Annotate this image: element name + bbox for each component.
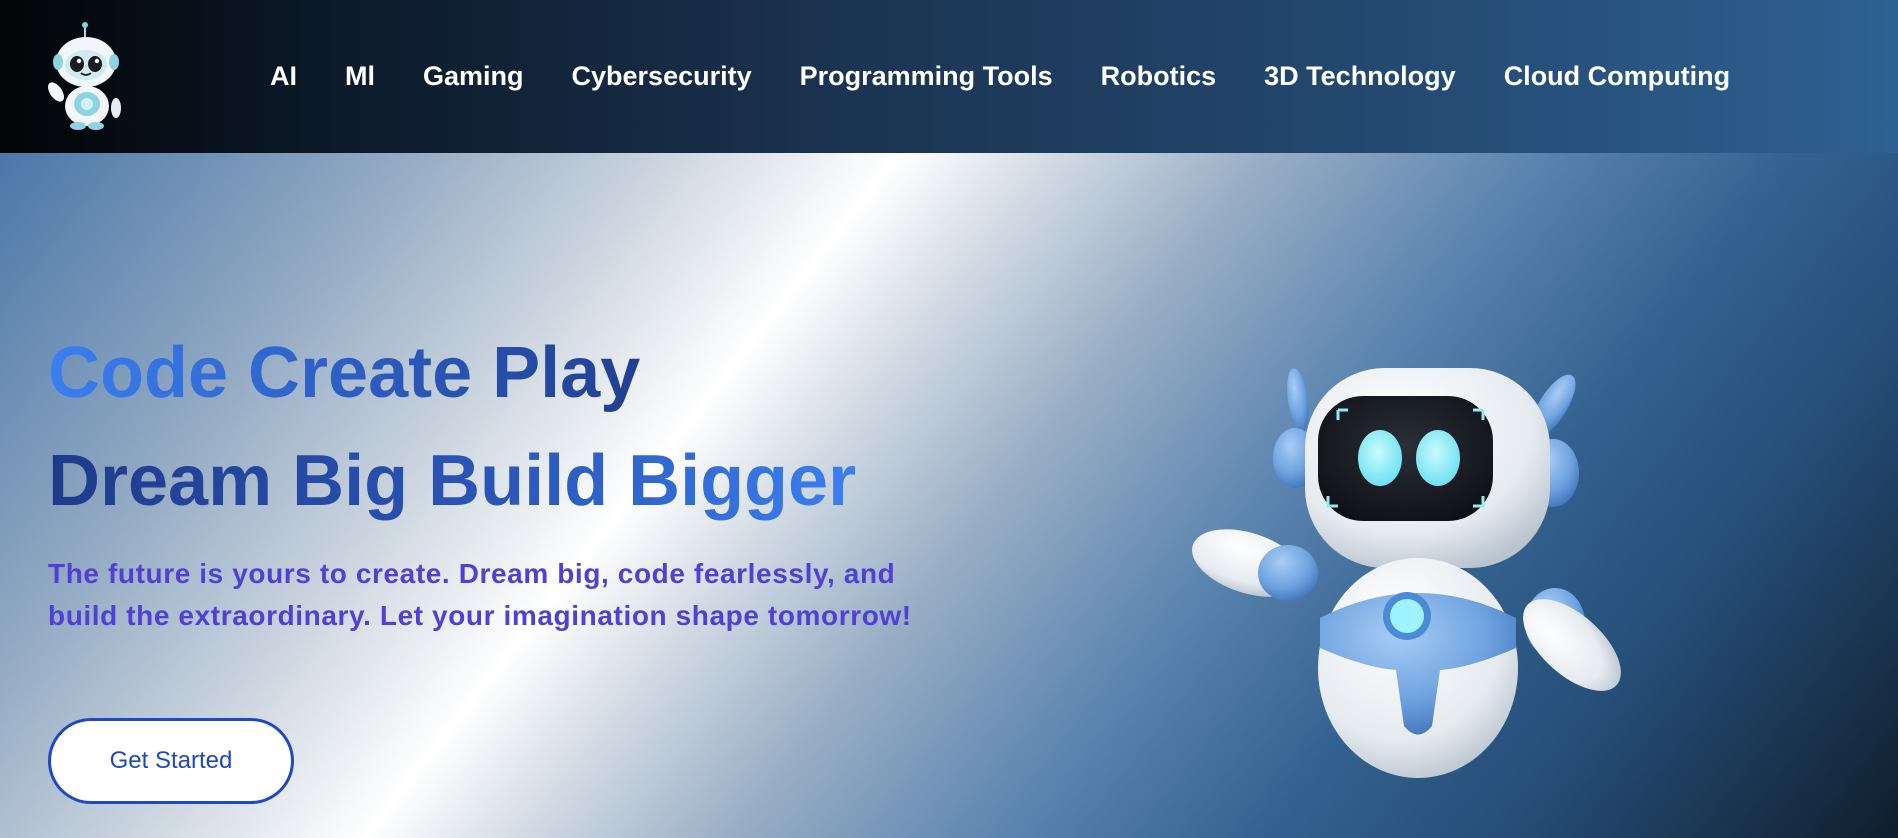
hero-headline-line1: Code Create Play bbox=[48, 330, 640, 416]
nav-item-cloud-computing[interactable]: Cloud Computing bbox=[1504, 55, 1730, 97]
nav-item-gaming[interactable]: Gaming bbox=[423, 55, 524, 97]
nav-item-programming-tools[interactable]: Programming Tools bbox=[800, 55, 1053, 97]
nav-item-3d-technology[interactable]: 3D Technology bbox=[1264, 55, 1456, 97]
robot-illustration bbox=[1192, 368, 1621, 778]
nav-item-robotics[interactable]: Robotics bbox=[1101, 55, 1217, 97]
get-started-button[interactable]: Get Started bbox=[48, 718, 294, 804]
nav-item-ai[interactable]: AI bbox=[270, 55, 297, 97]
robot-mascot-icon[interactable] bbox=[40, 20, 130, 132]
nav-item-cybersecurity[interactable]: Cybersecurity bbox=[572, 55, 752, 97]
top-header: AI Ml Gaming Cybersecurity Programming T… bbox=[0, 0, 1898, 153]
hero-subtext: The future is yours to create. Dream big… bbox=[48, 558, 912, 631]
hero-section: Code Create Play Dream Big Build Bigger … bbox=[0, 153, 1898, 838]
page: AI Ml Gaming Cybersecurity Programming T… bbox=[0, 0, 1898, 838]
main-nav: AI Ml Gaming Cybersecurity Programming T… bbox=[270, 55, 1778, 97]
hero-headline-line2: Dream Big Build Bigger bbox=[48, 438, 856, 524]
nav-item-ml[interactable]: Ml bbox=[345, 55, 375, 97]
